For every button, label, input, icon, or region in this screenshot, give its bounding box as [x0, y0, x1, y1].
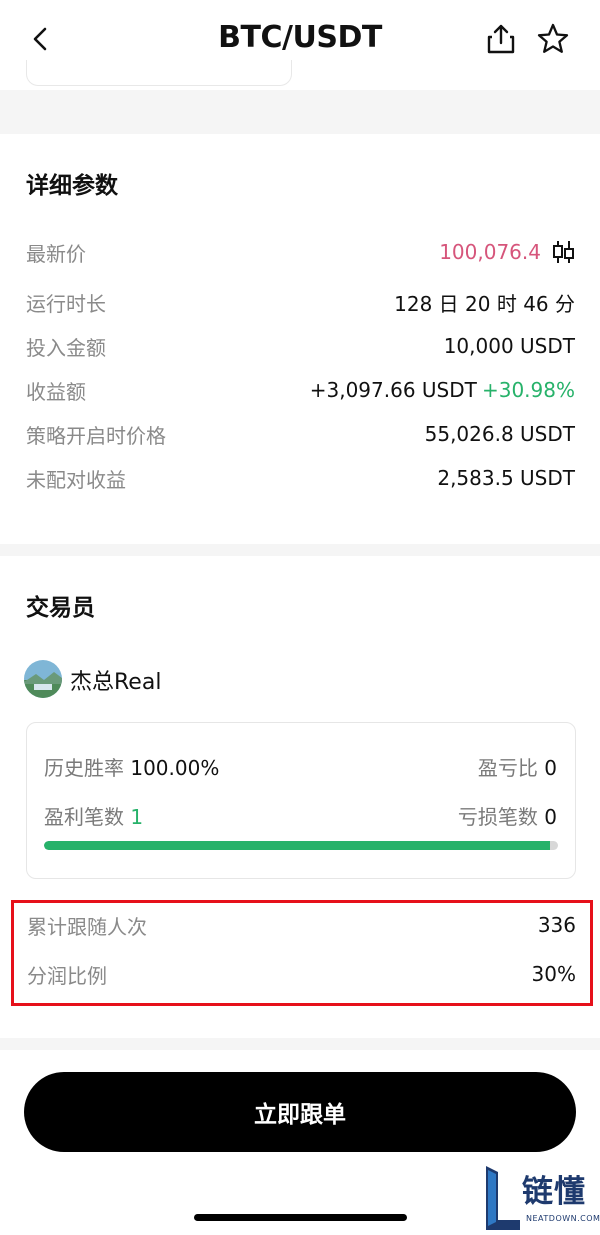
- candlestick-chart-icon[interactable]: [551, 239, 575, 265]
- latest-price-label: 最新价: [26, 241, 86, 266]
- win-rate-value: 100.00%: [130, 755, 220, 780]
- watermark-text: 链懂: [522, 1174, 586, 1210]
- unpaired-profit-label: 未配对收益: [26, 467, 126, 492]
- unpaired-profit-row: 未配对收益 2,583.5 USDT: [26, 463, 575, 493]
- profit-label: 收益额: [26, 379, 86, 404]
- pl-ratio-label: 盈亏比: [477, 755, 538, 780]
- win-loss-bar-fill: [44, 841, 551, 850]
- star-icon[interactable]: [536, 22, 570, 56]
- win-rate-label: 历史胜率: [44, 755, 124, 780]
- pl-ratio-value: 0: [544, 755, 557, 780]
- stats-row: 盈利笔数 1 亏损笔数 0: [44, 800, 557, 830]
- follow-now-button[interactable]: 立即跟单: [24, 1072, 576, 1152]
- trader-avatar[interactable]: [24, 660, 62, 698]
- investment-value: 10,000 USDT: [443, 334, 575, 358]
- section-title: 交易员: [26, 595, 95, 621]
- latest-price-row: 最新价 100,076.4: [26, 237, 575, 267]
- start-price-row: 策略开启时价格 55,026.8 USDT: [26, 419, 575, 449]
- stats-row: 历史胜率 100.00% 盈亏比 0: [44, 751, 557, 781]
- footer: 立即跟单 链懂 NEATDOWN.COM: [0, 1050, 600, 1235]
- latest-price-value: 100,076.4: [439, 240, 541, 264]
- start-price-label: 策略开启时价格: [26, 423, 166, 448]
- profit-row: 收益额 +3,097.66 USDT +30.98%: [26, 375, 575, 405]
- details-section: 详细参数 最新价 100,076.4 运行时长 128 日 20 时 46 分 …: [0, 134, 600, 544]
- logo-mark-icon: [486, 1166, 520, 1230]
- investment-label: 投入金额: [26, 335, 106, 360]
- run-time-row: 运行时长 128 日 20 时 46 分: [26, 287, 575, 317]
- profit-trades-value: 1: [130, 804, 144, 829]
- profit-percent: +30.98%: [481, 378, 575, 402]
- highlight-box: 累计跟随人次 336 分润比例 30%: [11, 900, 593, 1006]
- profit-trades-label: 盈利笔数: [44, 804, 124, 829]
- trader-section: 交易员 杰总Real 历史胜率 100.00% 盈亏比 0 盈利笔数 1 亏损笔…: [0, 556, 600, 1038]
- share-icon[interactable]: [484, 22, 518, 56]
- start-price-value: 55,026.8 USDT: [424, 422, 575, 446]
- followers-value: 336: [537, 913, 576, 937]
- followers-row: 累计跟随人次 336: [27, 910, 576, 940]
- unpaired-profit-value: 2,583.5 USDT: [437, 466, 575, 490]
- investment-row: 投入金额 10,000 USDT: [26, 331, 575, 361]
- loss-trades-value: 0: [544, 804, 557, 829]
- profit-share-value: 30%: [531, 962, 576, 986]
- run-time-value: 128 日 20 时 46 分: [394, 291, 575, 316]
- watermark-domain: NEATDOWN.COM: [526, 1214, 600, 1223]
- profit-share-label: 分润比例: [27, 963, 107, 988]
- followers-label: 累计跟随人次: [27, 914, 147, 939]
- win-loss-bar: [44, 841, 558, 850]
- home-indicator: [194, 1214, 407, 1221]
- trader-name[interactable]: 杰总Real: [70, 664, 161, 696]
- profit-value: +3,097.66 USDT: [309, 378, 477, 402]
- nav-bar: BTC/USDT: [0, 0, 600, 90]
- run-time-label: 运行时长: [26, 291, 106, 316]
- profit-share-row: 分润比例 30%: [27, 959, 576, 989]
- trader-stats-card: 历史胜率 100.00% 盈亏比 0 盈利笔数 1 亏损笔数 0: [26, 722, 576, 879]
- loss-trades-label: 亏损笔数: [457, 804, 538, 829]
- section-title: 详细参数: [26, 173, 118, 199]
- watermark-logo: 链懂 NEATDOWN.COM: [486, 1166, 600, 1230]
- previous-card-edge: [26, 60, 292, 86]
